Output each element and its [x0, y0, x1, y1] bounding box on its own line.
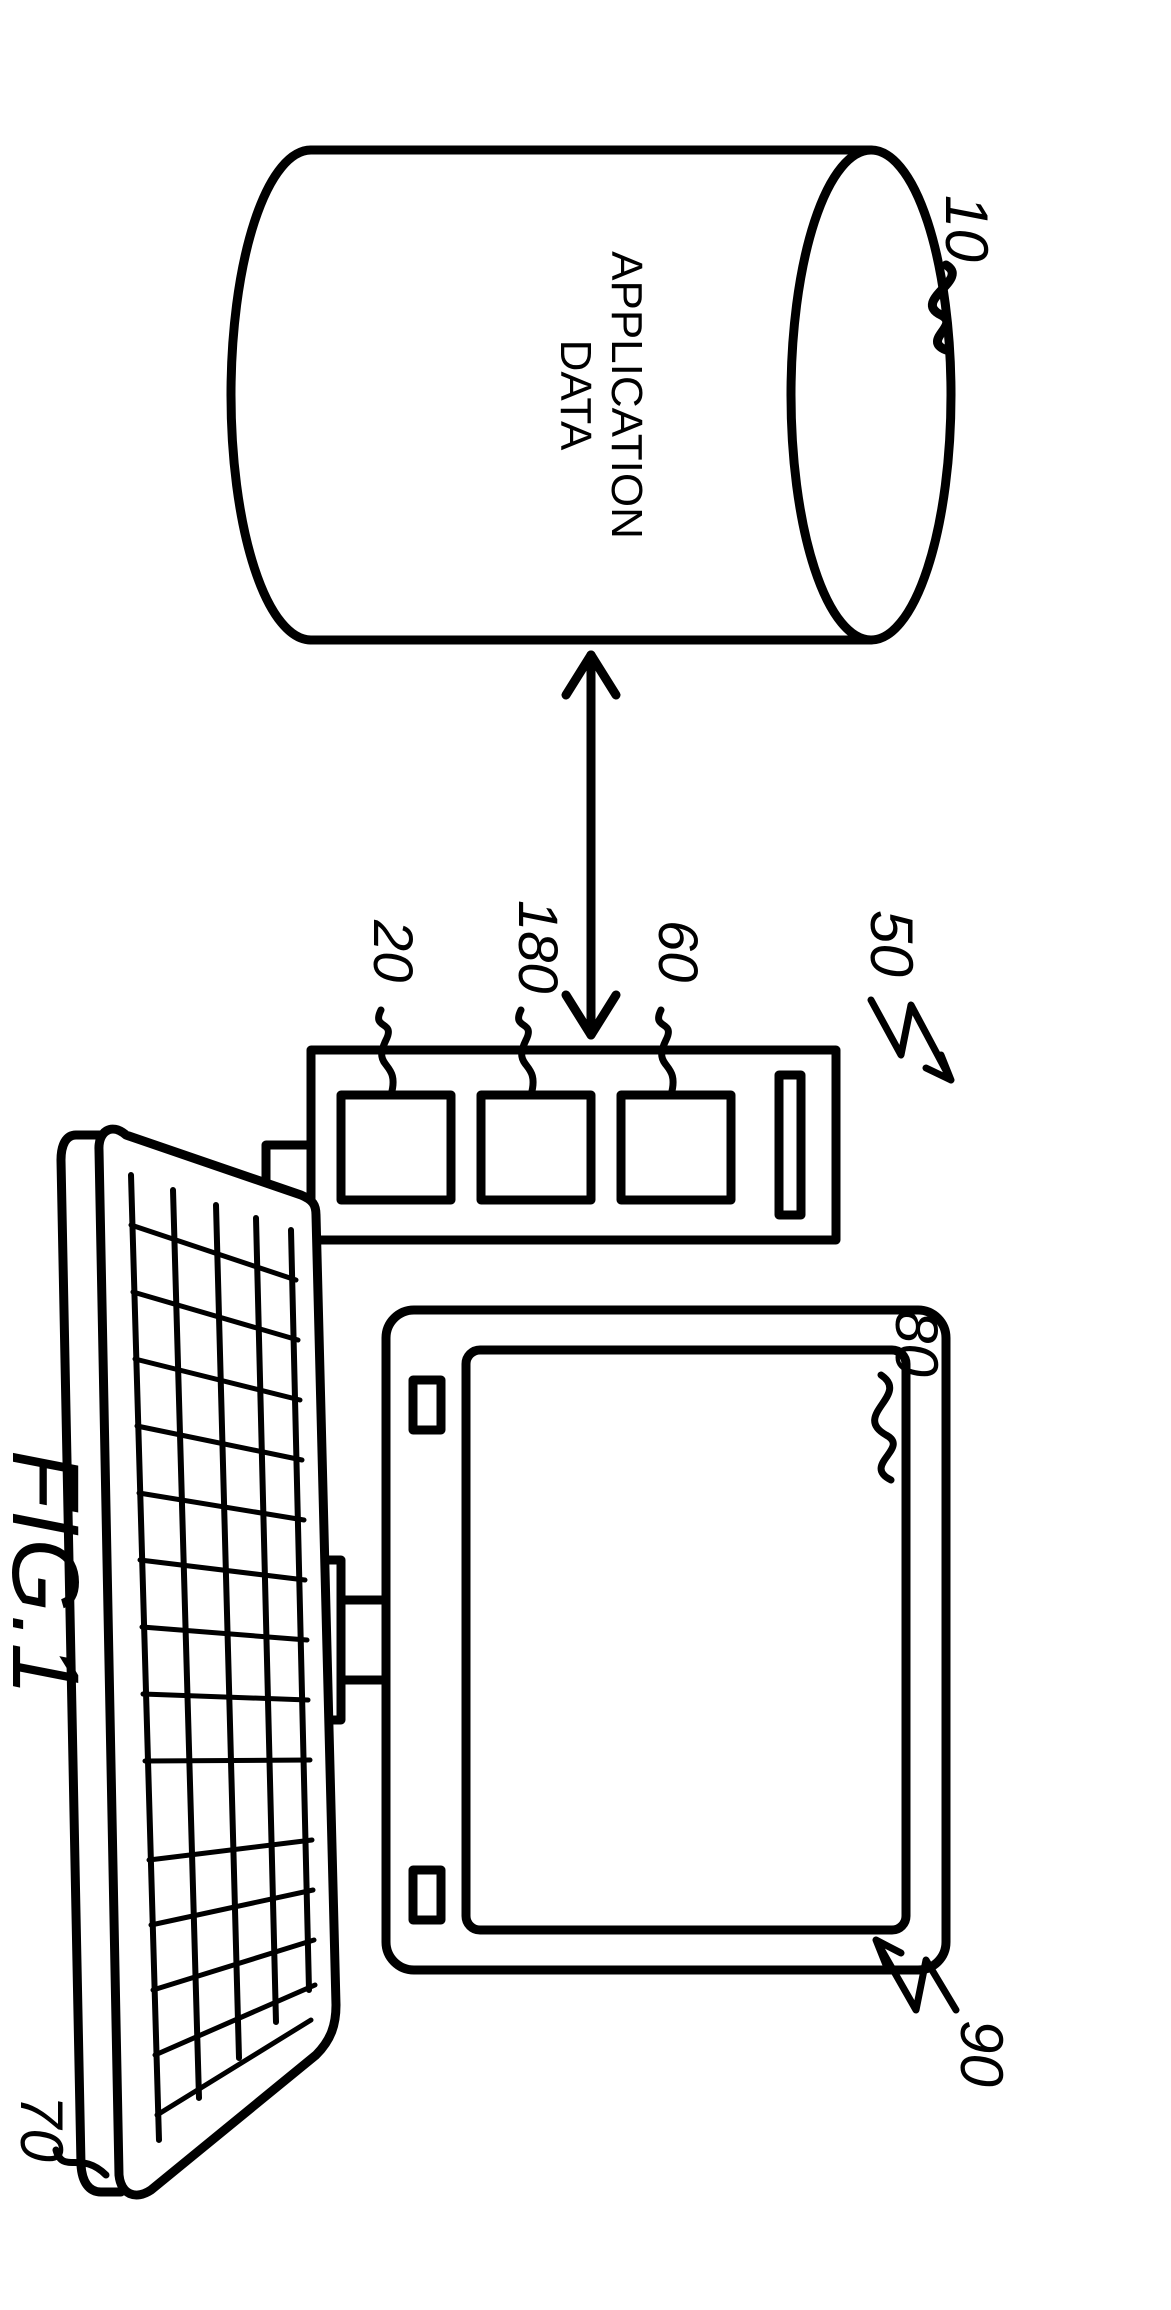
ref-20-label: 20 [361, 920, 426, 982]
connection-arrow [566, 655, 616, 1035]
ref-180-label: 180 [506, 900, 571, 993]
ref-50-label: 50 [857, 910, 926, 977]
db-text-line1: APPLICATION [602, 251, 651, 539]
figure-label: FIG.1 [0, 1450, 99, 1698]
ref-50-lead [871, 1000, 951, 1080]
monitor [316, 1310, 946, 1970]
ref-90-label: 90 [947, 2020, 1016, 2087]
ref-60-label: 60 [646, 920, 711, 982]
ref-80-label: 80 [882, 1310, 951, 1377]
ref-10-label: 10 [932, 195, 1001, 262]
db-text-line2: DATA [551, 340, 600, 451]
ref-70-label: 70 [7, 2095, 76, 2162]
db-text: APPLICATION DATA [550, 250, 651, 540]
keyboard [61, 1129, 336, 2195]
